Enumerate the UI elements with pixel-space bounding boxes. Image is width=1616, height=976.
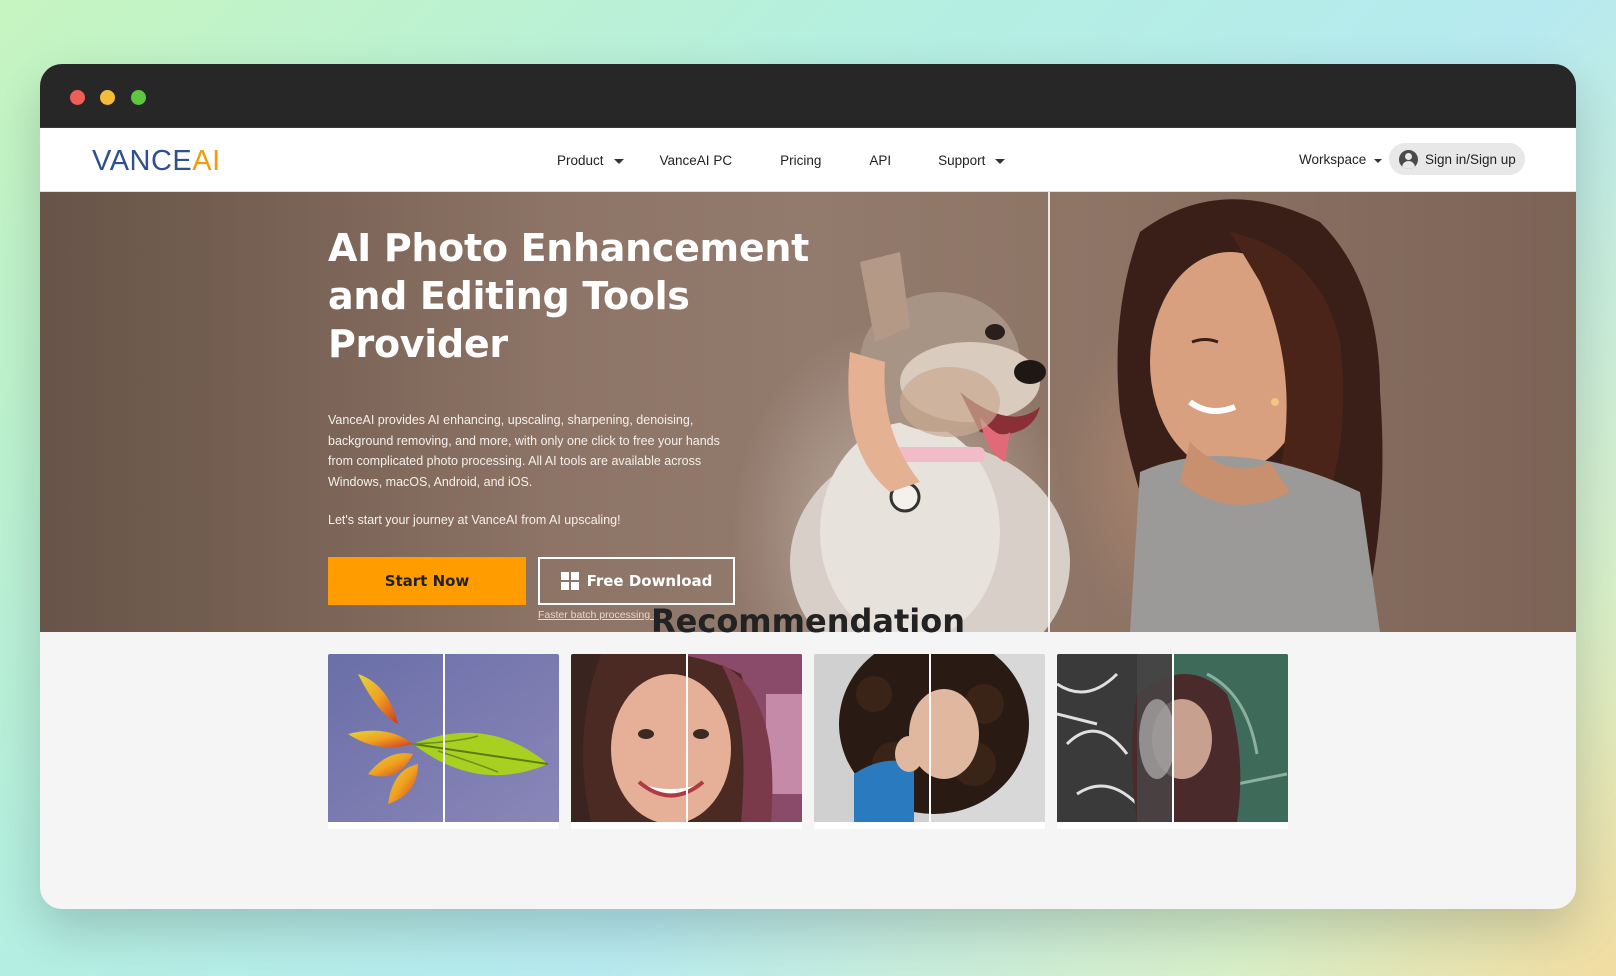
hero-description: VanceAI provides AI enhancing, upscaling… [328,413,720,490]
windows-icon [560,572,579,590]
hero-subtext: Let's start your journey at VanceAI from… [328,513,621,527]
nav-item-pricing[interactable]: Pricing [780,153,821,168]
nav-item-label: API [869,152,892,168]
maximize-window-button[interactable] [131,90,146,105]
recommendation-card-hooded-woman[interactable] [1057,654,1288,829]
free-download-label: Free Download [586,572,713,590]
close-window-button[interactable] [70,90,85,105]
nav-item-product[interactable]: Product [557,153,624,168]
hero-woman-image [1117,199,1383,632]
nav-item-support[interactable]: Support [938,152,1006,168]
before-after-divider [443,654,445,822]
recommendation-card-leaf[interactable] [328,654,559,829]
user-avatar-icon [1399,149,1418,169]
nav-item-label: Pricing [780,152,822,168]
recommendation-card-curly-hair[interactable] [814,654,1045,829]
chevron-down-icon [613,159,624,164]
before-after-divider [1172,654,1174,822]
recommendation-card-smiling-woman[interactable] [571,654,802,829]
vanceai-logo[interactable]: VANCEAI [92,145,221,178]
hero-title: AI Photo Enhancement and Editing Tools P… [328,226,809,366]
nav-item-api[interactable]: API [869,153,891,168]
chevron-down-icon [1374,159,1383,163]
hero-dog-image [790,252,1070,632]
recommendation-title: Recommendation [651,602,965,640]
logo-part-ai: AI [192,145,221,177]
logo-part-vance: VANCE [92,145,193,177]
start-now-label: Start Now [384,572,470,590]
minimize-window-button[interactable] [100,90,115,105]
hero-section: AI Photo Enhancement and Editing Tools P… [40,192,1576,632]
workspace-label: Workspace [1299,152,1367,167]
before-after-divider [929,654,931,822]
workspace-dropdown[interactable]: Workspace [1299,152,1383,167]
recommendation-cards [328,654,1288,829]
free-download-button[interactable]: Free Download [538,557,735,605]
signin-button[interactable]: Sign in/Sign up [1389,143,1525,175]
start-now-button[interactable]: Start Now [328,557,526,605]
nav-item-vanceai-pc[interactable]: VanceAI PC [660,153,733,168]
window-titlebar [40,64,1576,128]
nav-item-label: Support [938,152,986,168]
main-menu: Product VanceAI PC Pricing API Support [557,128,1006,192]
browser-window: VANCEAI Product VanceAI PC Pricing API S… [40,64,1576,909]
nav-item-label: VanceAI PC [659,152,733,168]
signin-label: Sign in/Sign up [1425,151,1516,167]
before-after-divider[interactable] [1048,192,1050,632]
nav-item-label: Product [557,152,604,168]
before-after-divider [686,654,688,822]
chevron-down-icon [995,159,1006,164]
top-navigation: VANCEAI Product VanceAI PC Pricing API S… [40,128,1576,192]
